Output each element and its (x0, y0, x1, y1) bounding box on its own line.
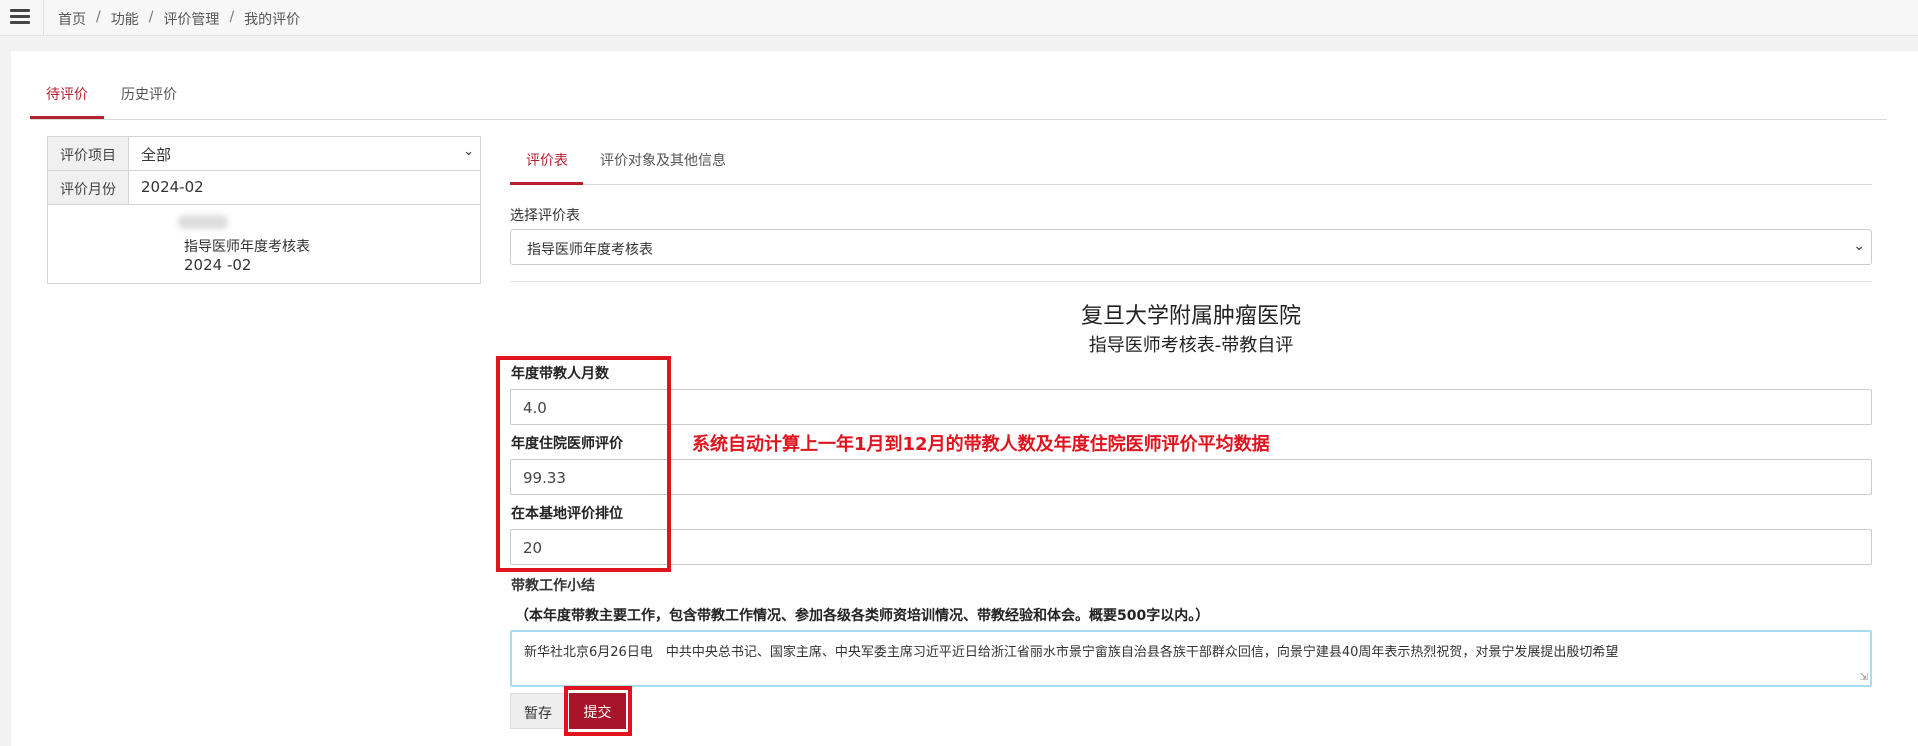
month-label: 评价月份 (48, 171, 129, 204)
breadcrumb-separator: / (96, 9, 101, 25)
filter-panel: 评价项目 全部 ⌄ 评价月份 2024-02 指导医师年度考核表 2024 -0… (47, 136, 481, 284)
form-select-value: 指导医师年度考核表 (527, 242, 653, 258)
project-label: 评价项目 (48, 137, 129, 170)
divider (510, 281, 1872, 282)
highlight-box-submit (564, 686, 632, 736)
form-tabs: 评价表 评价对象及其他信息 (510, 140, 1872, 185)
breadcrumb-home[interactable]: 首页 (58, 9, 86, 29)
tab-target-info[interactable]: 评价对象及其他信息 (600, 150, 726, 170)
blurred-name (178, 215, 228, 229)
select-form-label: 选择评价表 (510, 208, 580, 224)
breadcrumb-evaluation-management[interactable]: 评价管理 (163, 9, 219, 29)
project-select[interactable]: 全部 ⌄ (129, 137, 480, 170)
base-ranking-input[interactable]: 20 (510, 529, 1872, 565)
month-field[interactable]: 2024-02 (129, 171, 480, 204)
list-item-form-name: 指导医师年度考核表 (184, 239, 310, 255)
chevron-down-icon: ⌄ (1853, 238, 1865, 254)
summary-text: 新华社北京6月26日电 中共中央总书记、国家主席、中央军委主席习近平近日给浙江省… (524, 645, 1619, 660)
breadcrumb-function[interactable]: 功能 (111, 9, 139, 29)
resize-handle-icon[interactable]: ⇲ (1860, 672, 1868, 683)
breadcrumb-separator: / (229, 9, 235, 25)
summary-hint: （本年度带教主要工作，包含带教工作情况、参加各级各类师资培训情况、带教经验和体会… (515, 608, 1210, 624)
summary-label: 带教工作小结 (511, 578, 595, 594)
evaluation-list-item[interactable]: 指导医师年度考核表 2024 -02 (48, 205, 480, 283)
main-tabs: 待评价 历史评价 (30, 60, 1887, 120)
breadcrumb: 首页 / 功能 / 评价管理 / 我的评价 (58, 9, 300, 29)
hamburger-menu-icon[interactable] (8, 6, 32, 28)
summary-textarea[interactable]: 新华社北京6月26日电 中共中央总书记、国家主席、中央军委主席习近平近日给浙江省… (510, 630, 1872, 687)
project-select-value: 全部 (141, 146, 172, 164)
tab-history-evaluation[interactable]: 历史评价 (121, 84, 177, 104)
annotation-text: 系统自动计算上一年1月到12月的带教人数及年度住院医师评价平均数据 (692, 434, 1270, 455)
active-tab-indicator (510, 182, 583, 185)
tab-pending-evaluation[interactable]: 待评价 (46, 84, 88, 104)
annual-months-input[interactable]: 4.0 (510, 389, 1872, 425)
top-bar: 首页 / 功能 / 评价管理 / 我的评价 (0, 0, 1918, 36)
breadcrumb-separator: / (148, 9, 154, 25)
form-title: 复旦大学附属肿瘤医院 (1080, 304, 1301, 329)
tab-evaluation-form[interactable]: 评价表 (526, 150, 568, 170)
breadcrumb-my-evaluation: 我的评价 (244, 12, 301, 28)
active-tab-indicator (30, 116, 104, 119)
list-item-month: 2024 -02 (184, 256, 252, 274)
form-select[interactable]: 指导医师年度考核表 ⌄ (510, 229, 1872, 265)
chevron-down-icon: ⌄ (463, 144, 474, 159)
divider (43, 0, 44, 36)
form-subtitle: 指导医师考核表-带教自评 (1088, 335, 1294, 356)
save-draft-button[interactable]: 暂存 (510, 693, 566, 729)
resident-evaluation-input[interactable]: 99.33 (510, 459, 1872, 495)
highlight-box-fields (496, 356, 671, 572)
